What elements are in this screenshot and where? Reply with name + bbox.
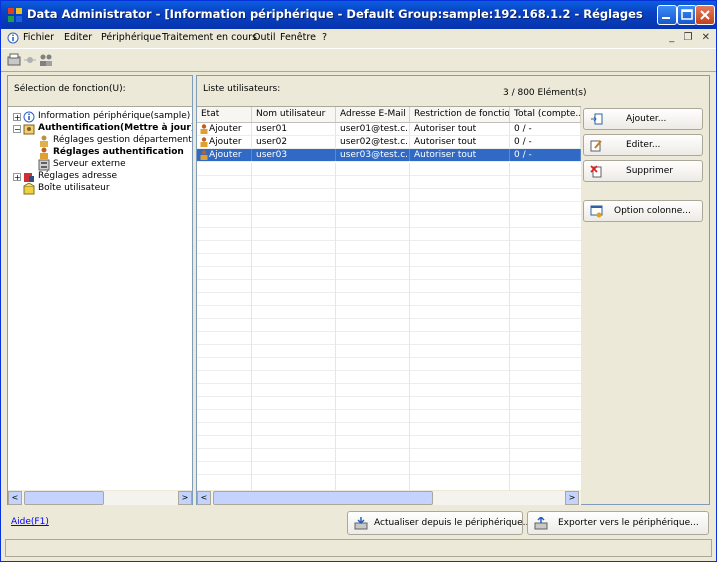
cell-etat: Ajouter xyxy=(205,149,252,161)
menu-traitement[interactable]: Traitement en cours xyxy=(162,32,257,43)
cell-email: user02@test.c... xyxy=(336,136,410,148)
cell-email: user03@test.c... xyxy=(336,149,410,161)
edit-button-label: Editer... xyxy=(626,140,661,150)
user-icon xyxy=(40,147,48,159)
close-button[interactable] xyxy=(695,5,715,25)
status-bar xyxy=(5,539,712,557)
auth-icon xyxy=(23,124,35,135)
col-header-etat[interactable]: Etat xyxy=(197,107,252,122)
delete-button[interactable]: Supprimer xyxy=(583,160,703,182)
add-button[interactable]: Ajouter... xyxy=(583,108,703,130)
menu-bar: Fichier Editer Périphérique Traitement e… xyxy=(1,29,716,47)
cell-etat: Ajouter xyxy=(205,136,252,148)
box-icon xyxy=(23,183,35,195)
menu-outil[interactable]: Outil xyxy=(253,32,276,43)
toolbar xyxy=(1,48,716,72)
scroll-left-icon[interactable]: < xyxy=(8,491,22,505)
scroll-thumb[interactable] xyxy=(24,491,104,505)
action-bar: Aide(F1) Actualiser depuis le périphériq… xyxy=(1,507,716,539)
scroll-right-icon[interactable]: > xyxy=(178,491,192,505)
refresh-from-device-button[interactable]: Actualiser depuis le périphérique... xyxy=(347,511,531,535)
empty-grid-lines xyxy=(197,163,581,491)
add-user-icon xyxy=(591,113,603,125)
table-hscrollbar[interactable]: < > xyxy=(197,490,581,505)
minimize-button[interactable] xyxy=(657,5,677,25)
menu-peripherique[interactable]: Périphérique xyxy=(101,32,161,43)
user-list-panel: Liste utilisateurs: 3 / 800 Elément(s) E… xyxy=(196,75,710,505)
collapse-icon[interactable]: − xyxy=(13,125,21,134)
users-toolbar-icon[interactable] xyxy=(39,53,53,67)
user-table[interactable]: Etat Nom utilisateur Adresse E-Mail Rest… xyxy=(197,106,581,491)
help-link[interactable]: Aide(F1) xyxy=(11,517,49,527)
table-row-selected[interactable]: Ajouter user03 user03@test.c... Autorise… xyxy=(197,149,581,162)
col-header-email[interactable]: Adresse E-Mail xyxy=(336,107,410,122)
scroll-left-icon[interactable]: < xyxy=(197,491,211,505)
table-row[interactable]: Ajouter user02 user02@test.c... Autorise… xyxy=(197,136,581,149)
mdi-close-icon[interactable]: ✕ xyxy=(702,32,710,43)
upload-to-device-icon xyxy=(534,517,548,530)
close-icon xyxy=(700,10,710,20)
cell-name: user03 xyxy=(252,149,336,161)
cell-restriction: Autoriser tout xyxy=(410,123,510,135)
cell-name: user02 xyxy=(252,136,336,148)
mdi-restore-icon[interactable]: ❐ xyxy=(683,32,692,43)
expand-icon[interactable]: + xyxy=(13,113,21,122)
tree-hscrollbar[interactable]: < > xyxy=(8,490,192,505)
table-row[interactable]: Ajouter user01 user01@test.c... Autorise… xyxy=(197,123,581,136)
cell-name: user01 xyxy=(252,123,336,135)
cell-email: user01@test.c... xyxy=(336,123,410,135)
delete-button-label: Supprimer xyxy=(626,166,674,176)
cell-restriction: Autoriser tout xyxy=(410,136,510,148)
item-count: 3 / 800 Elément(s) xyxy=(503,88,587,98)
maximize-button[interactable] xyxy=(677,5,697,25)
col-header-name[interactable]: Nom utilisateur xyxy=(252,107,336,122)
doc-info-icon[interactable] xyxy=(7,32,19,44)
col-header-total[interactable]: Total (compte... xyxy=(510,107,581,122)
restore-icon xyxy=(681,9,693,20)
column-settings-icon xyxy=(590,205,603,218)
menu-editer[interactable]: Editer xyxy=(64,32,92,43)
table-header: Etat Nom utilisateur Adresse E-Mail Rest… xyxy=(197,107,581,123)
expand-icon[interactable]: + xyxy=(13,173,21,182)
window-title: Data Administrator - [Information périph… xyxy=(27,7,647,21)
edit-button[interactable]: Editer... xyxy=(583,134,703,156)
tree-item-user-box[interactable]: Boîte utilisateur xyxy=(38,182,110,195)
cell-total: 0 / - xyxy=(510,123,581,135)
menu-help[interactable]: ? xyxy=(322,32,327,43)
device-toolbar-icon[interactable] xyxy=(7,53,21,67)
refresh-button-label: Actualiser depuis le périphérique... xyxy=(374,518,532,528)
function-tree[interactable]: + Information périphérique(sample) − Aut… xyxy=(8,106,192,491)
delete-icon xyxy=(590,165,602,178)
scroll-thumb[interactable] xyxy=(213,491,433,505)
mdi-minimize-icon[interactable]: _ xyxy=(669,32,674,43)
address-icon xyxy=(24,173,34,182)
download-from-device-icon xyxy=(354,517,368,530)
menu-fichier[interactable]: Fichier xyxy=(23,32,54,43)
column-option-label: Option colonne... xyxy=(614,206,691,216)
connect-toolbar-icon[interactable] xyxy=(23,53,37,67)
export-button-label: Exporter vers le périphérique... xyxy=(558,518,699,528)
menu-fenetre[interactable]: Fenêtre xyxy=(280,32,316,43)
mdi-controls: _ ❐ ✕ xyxy=(669,32,710,43)
title-bar[interactable]: Data Administrator - [Information périph… xyxy=(1,1,716,29)
edit-icon xyxy=(590,140,602,152)
device-info-icon xyxy=(23,111,35,123)
cell-restriction: Autoriser tout xyxy=(410,149,510,161)
column-option-button[interactable]: Option colonne... xyxy=(583,200,703,222)
col-header-restriction[interactable]: Restriction de fonction xyxy=(410,107,510,122)
function-panel: Sélection de fonction(U): + Information … xyxy=(7,75,193,505)
scroll-right-icon[interactable]: > xyxy=(565,491,579,505)
app-icon xyxy=(8,8,22,22)
cell-etat: Ajouter xyxy=(205,123,252,135)
app-window: Data Administrator - [Information périph… xyxy=(0,0,717,562)
export-to-device-button[interactable]: Exporter vers le périphérique... xyxy=(527,511,709,535)
add-button-label: Ajouter... xyxy=(626,114,667,124)
cell-total: 0 / - xyxy=(510,136,581,148)
function-label: Sélection de fonction(U): xyxy=(14,84,126,94)
dept-icon xyxy=(40,135,48,147)
user-list-label: Liste utilisateurs: xyxy=(203,84,281,94)
minimize-icon xyxy=(662,17,670,19)
cell-total: 0 / - xyxy=(510,149,581,161)
